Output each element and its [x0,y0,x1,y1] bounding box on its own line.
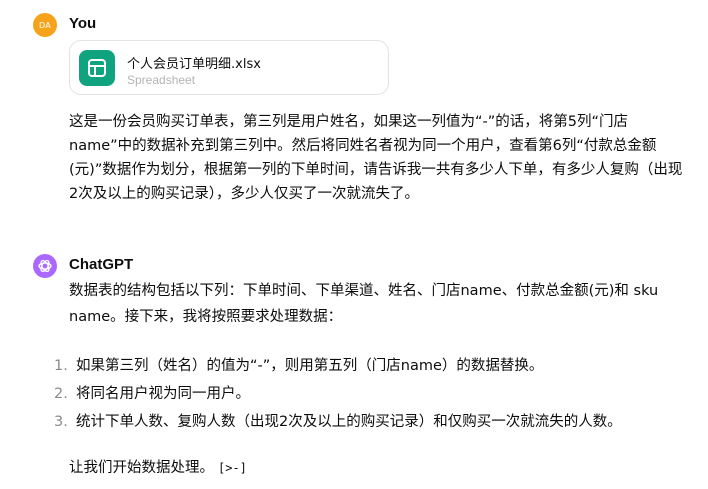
list-item-text: 将同名用户视为同一用户。 [76,386,250,402]
attachment-filename: 个人会员订单明细.xlsx [127,57,261,72]
assistant-name: ChatGPT [69,256,134,273]
user-message: 这是一份会员购买订单表，第三列是用户姓名，如果这一列值为“-”的话，将第5列“门… [69,114,683,202]
list-item-number: 3. [54,414,68,430]
list-item-text: 统计下单人数、复购人数（出现2次及以上的购买记录）和仅购买一次就流失的人数。 [76,414,622,430]
assistant-avatar [33,254,57,278]
openai-logo-icon [38,259,52,273]
attachment-type: Spreadsheet [127,73,196,87]
view-analysis-button[interactable]: [>-] [218,461,247,475]
attachment-card[interactable]: 个人会员订单明细.xlsx Spreadsheet [69,40,389,95]
assistant-steps-list: 1. 如果第三列（姓名）的值为“-”，则用第五列（门店name）的数据替换。 2.… [54,352,622,436]
user-avatar-initials: DA [39,20,51,30]
list-item: 1. 如果第三列（姓名）的值为“-”，则用第五列（门店name）的数据替换。 [54,352,622,380]
list-item: 2. 将同名用户视为同一用户。 [54,380,622,408]
assistant-intro: 数据表的结构包括以下列：下单时间、下单渠道、姓名、门店name、付款总金额(元)… [69,283,659,325]
assistant-outro-text: 让我们开始数据处理。 [69,460,214,476]
list-item-number: 2. [54,386,68,402]
list-item-text: 如果第三列（姓名）的值为“-”，则用第五列（门店name）的数据替换。 [76,358,544,374]
chat-page: DA You 个人会员订单明细.xlsx Spreadsheet 这是一份会员购… [0,0,708,489]
spreadsheet-icon [79,50,115,86]
user-name: You [69,15,97,32]
user-avatar: DA [33,13,57,37]
list-item: 3. 统计下单人数、复购人数（出现2次及以上的购买记录）和仅购买一次就流失的人数。 [54,408,622,436]
assistant-outro: 让我们开始数据处理。 [>-] [69,456,247,480]
list-item-number: 1. [54,358,68,374]
